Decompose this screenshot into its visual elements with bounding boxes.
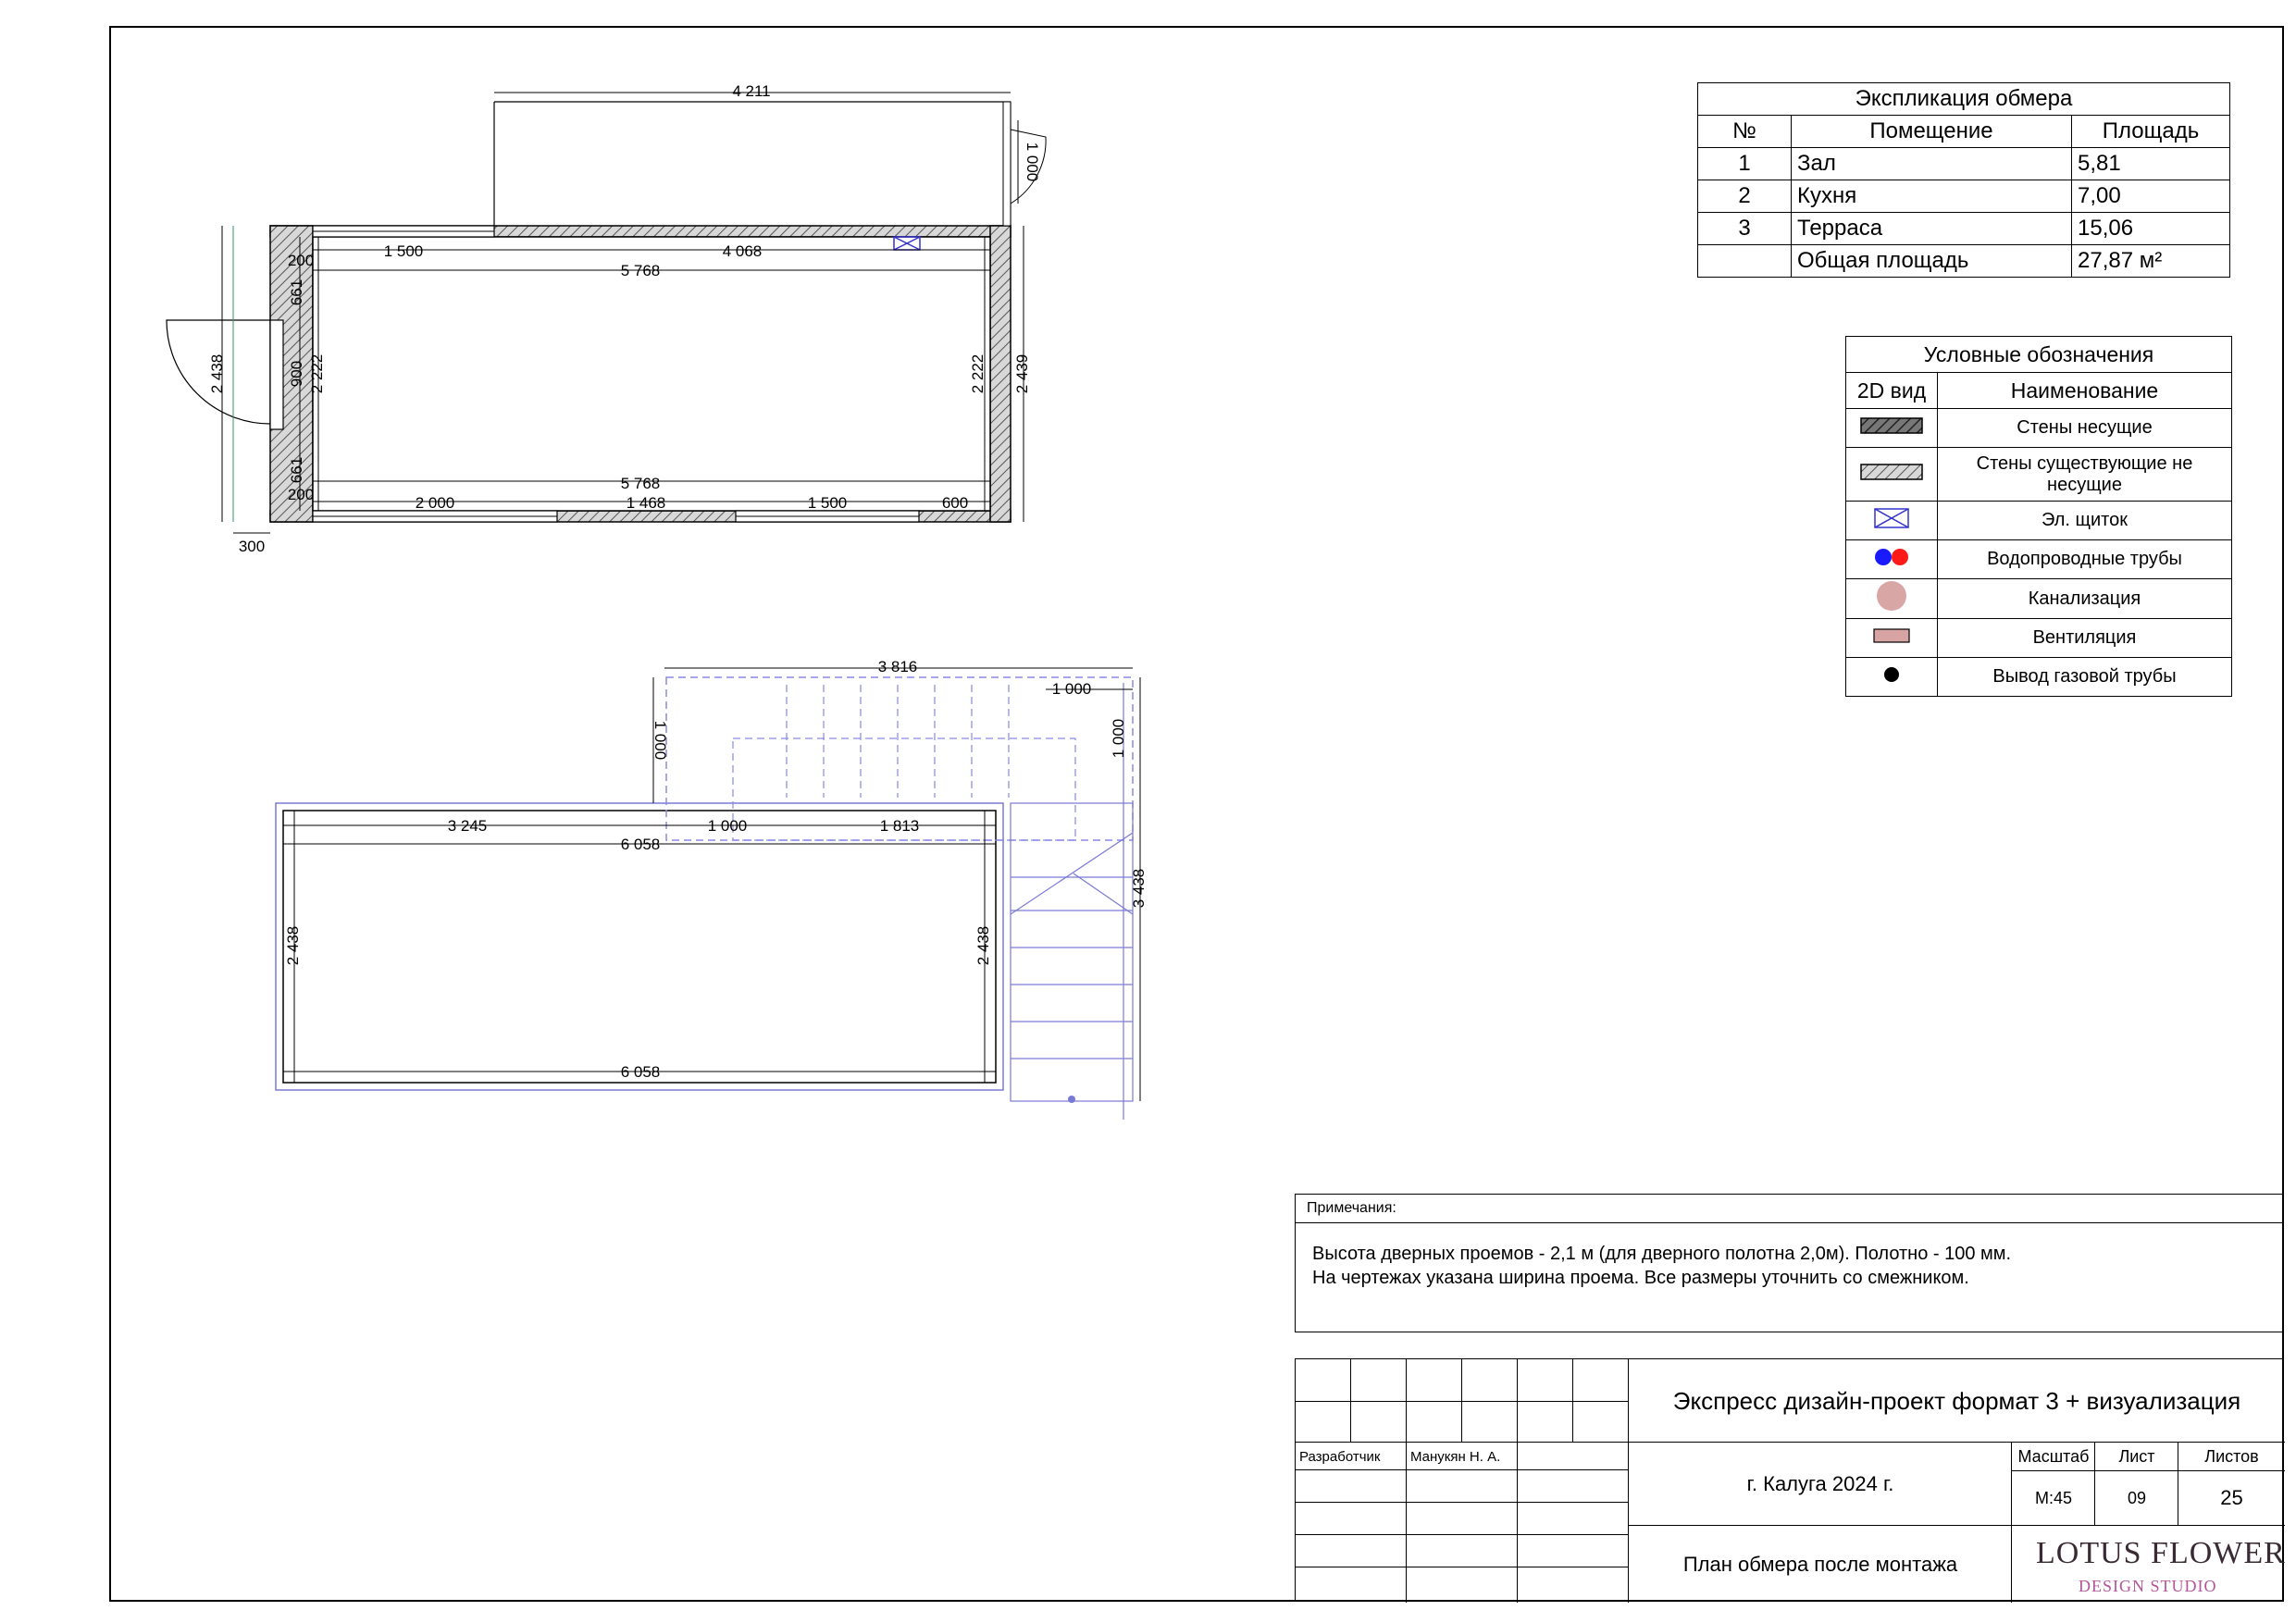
table-row: 1 Зал 5,81 <box>1697 147 2230 180</box>
legend-label: Вывод газовой трубы <box>1937 657 2232 697</box>
dim-label: 4 211 <box>732 82 770 100</box>
legend-row: Водопроводные трубы <box>1845 539 2232 579</box>
logo-main-text: LOTUS FLOWER <box>2036 1536 2286 1570</box>
total-value: 27,87 м² <box>2071 244 2230 278</box>
developer-name: Манукян Н. А. <box>1410 1449 1501 1465</box>
row-area: 5,81 <box>2071 147 2230 180</box>
sheets-value: 25 <box>2220 1486 2243 1509</box>
dim-label: 5 768 <box>621 475 661 492</box>
notes-line-2: На чертежах указана ширина проема. Все р… <box>1312 1268 1969 1288</box>
total-label: Общая площадь <box>1791 244 2072 278</box>
legend-label: Стены несущие <box>1937 408 2232 448</box>
developer-label: Разработчик <box>1299 1449 1381 1465</box>
non-load-bearing-wall-icon <box>1860 463 1923 480</box>
scale-label: Масштаб <box>2017 1446 2090 1466</box>
legend-row: Стены несущие <box>1845 408 2232 448</box>
dim-label: 2 439 <box>1013 354 1031 394</box>
total-row: Общая площадь 27,87 м² <box>1697 244 2230 278</box>
row-area: 15,06 <box>2071 212 2230 245</box>
dim-label: 2 438 <box>208 354 226 394</box>
legend-label: Эл. щиток <box>1937 501 2232 540</box>
header-num: № <box>1697 115 1792 148</box>
row-num: 2 <box>1697 180 1792 213</box>
dim-label: 3 438 <box>1130 869 1148 909</box>
table-row: 2 Кухня 7,00 <box>1697 180 2230 213</box>
table-row: 3 Терраса 15,06 <box>1697 212 2230 245</box>
logo-sub-text: DESIGN STUDIO <box>2079 1577 2217 1595</box>
dim-label: 1 000 <box>1052 680 1092 698</box>
dim-label: 3 816 <box>878 658 918 675</box>
notes-header: Примечания: <box>1296 1195 2283 1223</box>
dim-label: 200 <box>288 252 314 269</box>
scale-value: М:45 <box>2034 1488 2073 1507</box>
legend-row: Вентиляция <box>1845 618 2232 658</box>
legend-row: Эл. щиток <box>1845 501 2232 540</box>
explication-title: Экспликация обмера <box>1697 82 2230 116</box>
dim-label: 200 <box>288 486 314 503</box>
sewer-icon <box>1877 581 1906 611</box>
dim-label: 3 245 <box>448 817 488 835</box>
row-num: 1 <box>1697 147 1792 180</box>
legend-label: Вентиляция <box>1937 618 2232 658</box>
dim-label: 1 000 <box>1110 719 1127 759</box>
header-room: Помещение <box>1791 115 2072 148</box>
dim-label: 5 768 <box>621 262 661 279</box>
legend-col-name: Наименование <box>1937 372 2232 409</box>
sheet-title: План обмера после монтажа <box>1682 1552 1958 1576</box>
load-bearing-wall-icon <box>1860 416 1923 434</box>
dim-label: 6 058 <box>621 1063 661 1081</box>
dim-label: 1 000 <box>652 721 669 761</box>
sheet-value: 09 <box>2127 1488 2147 1507</box>
empty-cell <box>1697 244 1792 278</box>
row-room: Терраса <box>1791 212 2072 245</box>
dim-label: 900 <box>288 361 305 387</box>
row-room: Зал <box>1791 147 2072 180</box>
legend-row: Канализация <box>1845 578 2232 619</box>
city-year: г. Калуга 2024 г. <box>1746 1472 1894 1495</box>
header-area: Площадь <box>2071 115 2230 148</box>
dim-label: 2 222 <box>308 354 326 394</box>
legend-title: Условные обозначения <box>1845 336 2232 373</box>
dim-label: 2 438 <box>284 926 302 966</box>
legend-table: Условные обозначения 2D вид Наименование… <box>1845 336 2232 697</box>
sheet-label: Лист <box>2118 1446 2155 1466</box>
ventilation-icon <box>1873 627 1910 643</box>
notes-box: Примечания: Высота дверных проемов - 2,1… <box>1295 1194 2284 1332</box>
row-room: Кухня <box>1791 180 2072 213</box>
dim-label: 1 813 <box>880 817 920 835</box>
dim-label: 1 500 <box>808 494 848 512</box>
legend-row: Вывод газовой трубы <box>1845 657 2232 697</box>
gas-pipe-icon <box>1884 666 1899 682</box>
plan2-dimension-labels: 3 816 1 000 1 000 1 000 3 245 1 000 1 81… <box>284 658 1148 1081</box>
dim-label: 6 058 <box>621 836 661 853</box>
dim-label: 2 222 <box>969 354 987 394</box>
dim-label: 1 000 <box>708 817 748 835</box>
dim-label: 600 <box>942 494 968 512</box>
dim-label: 2 000 <box>416 494 455 512</box>
legend-row: Стены существующие не несущие <box>1845 447 2232 502</box>
legend-label: Канализация <box>1937 578 2232 619</box>
notes-line-1: Высота дверных проемов - 2,1 м (для двер… <box>1312 1244 2012 1264</box>
dim-label: 661 <box>288 279 305 305</box>
legend-label: Водопроводные трубы <box>1937 539 2232 579</box>
electrical-panel-icon <box>1874 507 1909 528</box>
dim-label: 1 500 <box>384 242 424 260</box>
sheets-label: Листов <box>2204 1446 2259 1466</box>
dim-label: 1 000 <box>1024 142 1041 182</box>
row-num: 3 <box>1697 212 1792 245</box>
legend-label: Стены существующие не несущие <box>1937 447 2232 502</box>
dim-label: 2 438 <box>974 926 992 966</box>
dim-label: 1 468 <box>627 494 666 512</box>
dim-label: 4 068 <box>723 242 763 260</box>
explication-table: Экспликация обмера № Помещение Площадь 1… <box>1697 82 2230 278</box>
dim-label: 661 <box>288 457 305 483</box>
legend-col-view: 2D вид <box>1845 372 1938 409</box>
water-pipes-icon <box>1875 548 1908 565</box>
dim-label: 300 <box>239 538 265 555</box>
plan-measurement-2 <box>275 667 1141 1120</box>
project-title: Экспресс дизайн-проект формат 3 + визуал… <box>1672 1386 2241 1415</box>
row-area: 7,00 <box>2071 180 2230 213</box>
